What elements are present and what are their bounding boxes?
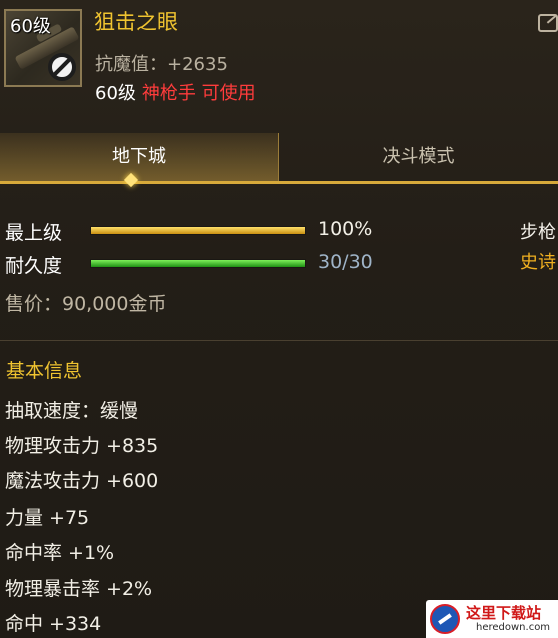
- item-name: 狙击之眼: [94, 10, 178, 34]
- tab-duel-mode[interactable]: 决斗模式: [279, 133, 558, 183]
- tab-dungeon[interactable]: 地下城: [0, 133, 279, 183]
- durability-label: 耐久度: [5, 255, 63, 277]
- share-icon[interactable]: [538, 14, 558, 32]
- durability-bar: [90, 259, 306, 268]
- prohibited-icon: [48, 53, 76, 81]
- section-divider: [0, 340, 558, 341]
- item-level-tag: 60级: [10, 16, 51, 37]
- stat-line: 物理攻击力 +835: [5, 435, 159, 457]
- item-magic-resist: 抗魔值：+2635: [95, 54, 228, 75]
- tab-underline: [0, 181, 558, 184]
- stat-line: 力量 +75: [5, 507, 90, 529]
- required-level: 60级: [95, 83, 136, 104]
- required-class: 神枪手 可使用: [141, 83, 256, 104]
- item-header: 60级 狙击之眼 抗魔值：+2635 60级 神枪手 可使用: [0, 0, 558, 116]
- site-logo-icon: [430, 604, 460, 634]
- site-watermark: 这里下载站 heredown.com: [426, 600, 558, 638]
- watermark-cn: 这里下载站: [466, 604, 542, 622]
- stat-line: 命中率 +1%: [5, 542, 115, 564]
- item-tooltip-panel: 60级 狙击之眼 抗魔值：+2635 60级 神枪手 可使用 地下城 决斗模式 最…: [0, 0, 558, 638]
- sell-price: 售价：90,000金币: [5, 293, 167, 315]
- grade-value: 100%: [318, 218, 373, 240]
- stat-line: 命中 +334: [5, 613, 102, 635]
- item-rarity: 史诗: [520, 252, 556, 273]
- durability-bar-fill: [91, 260, 305, 267]
- basic-info-title: 基本信息: [6, 360, 83, 382]
- mode-tabs: 地下城 决斗模式: [0, 133, 558, 185]
- sniper-rifle-icon[interactable]: 60级: [4, 9, 82, 87]
- stat-line: 物理暴击率 +2%: [5, 578, 153, 600]
- grade-bar-fill: [91, 227, 305, 234]
- watermark-en: heredown.com: [476, 622, 551, 633]
- grade-label: 最上级: [5, 222, 63, 244]
- weapon-type: 步枪: [520, 222, 556, 243]
- durability-value: 30/30: [318, 251, 373, 273]
- stat-line: 抽取速度：缓慢: [5, 400, 139, 422]
- grade-bar: [90, 226, 306, 235]
- item-requirement: 60级 神枪手 可使用: [95, 79, 256, 105]
- stat-line: 魔法攻击力 +600: [5, 470, 159, 492]
